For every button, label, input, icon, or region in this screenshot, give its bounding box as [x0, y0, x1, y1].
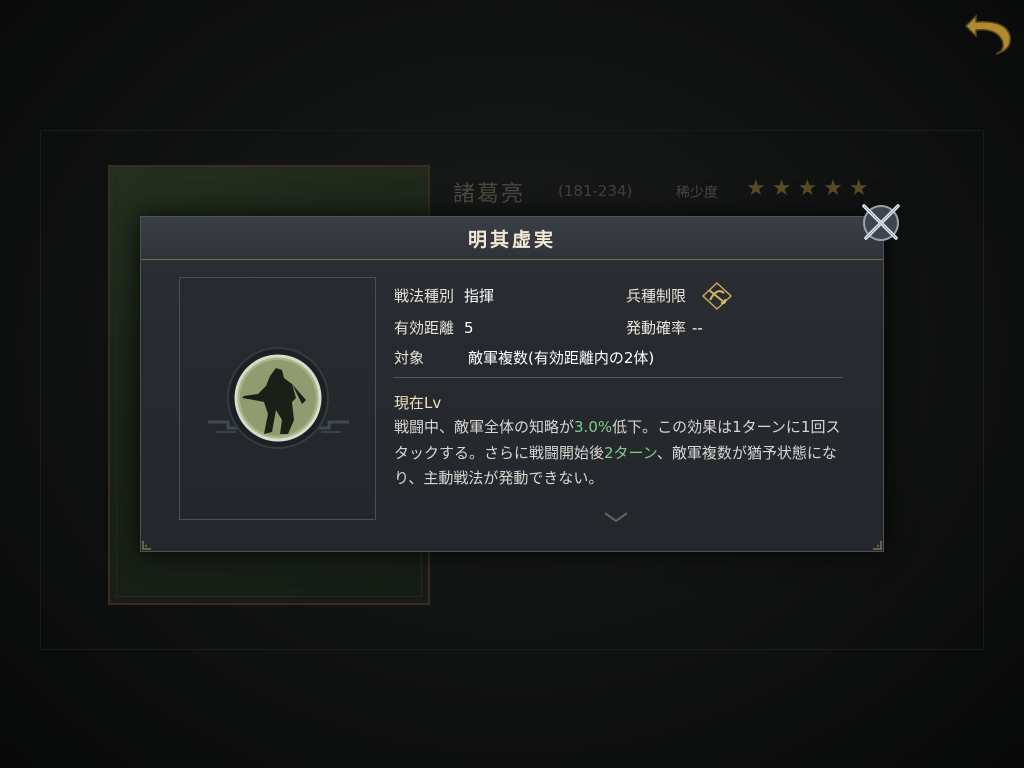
description-highlight-turns: 2ターン: [604, 443, 657, 462]
target-value: 敵軍複数(有効距離内の2体): [468, 349, 655, 367]
back-button[interactable]: [962, 6, 1016, 58]
back-arrow-icon: [964, 14, 1011, 55]
dialog-header: 明其虚実: [141, 217, 883, 260]
skill-detail-dialog: 明其虚実 戦法種別 指揮 兵種制限 有効距離 5 発動確率 -- 対象 敵軍複数(有効距…: [140, 216, 884, 552]
background-rarity-label: 稀少度: [676, 185, 718, 201]
background-hero-years: (181-234): [558, 182, 633, 200]
current-level-label: 現在Lv: [394, 394, 442, 412]
range-label: 有効距離: [394, 319, 455, 337]
skill-emblem-icon: [208, 347, 349, 449]
tactic-type-row: 戦法種別 指揮: [394, 285, 494, 306]
target-row: 対象 敵軍複数(有効距離内の2体): [394, 347, 654, 368]
skill-portrait-frame: [179, 277, 376, 520]
scroll-down-chevron-icon[interactable]: [603, 511, 629, 523]
description-text: 戦闘中、敵軍全体の知略が: [394, 418, 575, 436]
tactic-type-label: 戦法種別: [394, 287, 455, 305]
description-highlight-value: 3.0%: [574, 418, 613, 436]
troop-limit-label: 兵種制限: [626, 287, 687, 305]
skill-description[interactable]: 戦闘中、敵軍全体の知略が3.0%低下。この効果は1ターンに1回スタックする。さら…: [394, 415, 854, 492]
tactic-type-value: 指揮: [464, 287, 495, 305]
activation-rate-label: 発動確率: [626, 319, 687, 337]
corner-ornament-icon: [873, 541, 882, 550]
crossbow-troop-icon: [701, 281, 733, 311]
troop-limit-row: 兵種制限: [626, 285, 686, 306]
section-divider: [393, 377, 843, 378]
crossed-swords-close-icon: [862, 204, 900, 241]
close-button[interactable]: [858, 200, 904, 246]
corner-ornament-icon: [142, 541, 151, 550]
background-rarity-stars: ★★★★★: [746, 176, 875, 201]
activation-rate-value: --: [692, 319, 703, 337]
target-label: 対象: [394, 349, 425, 367]
dialog-title: 明其虚実: [467, 229, 556, 251]
range-value: 5: [464, 319, 474, 337]
background-hero-name: 諸葛亮: [453, 182, 526, 207]
activation-rate-row: 発動確率 --: [626, 317, 703, 338]
range-row: 有効距離 5: [394, 317, 474, 338]
